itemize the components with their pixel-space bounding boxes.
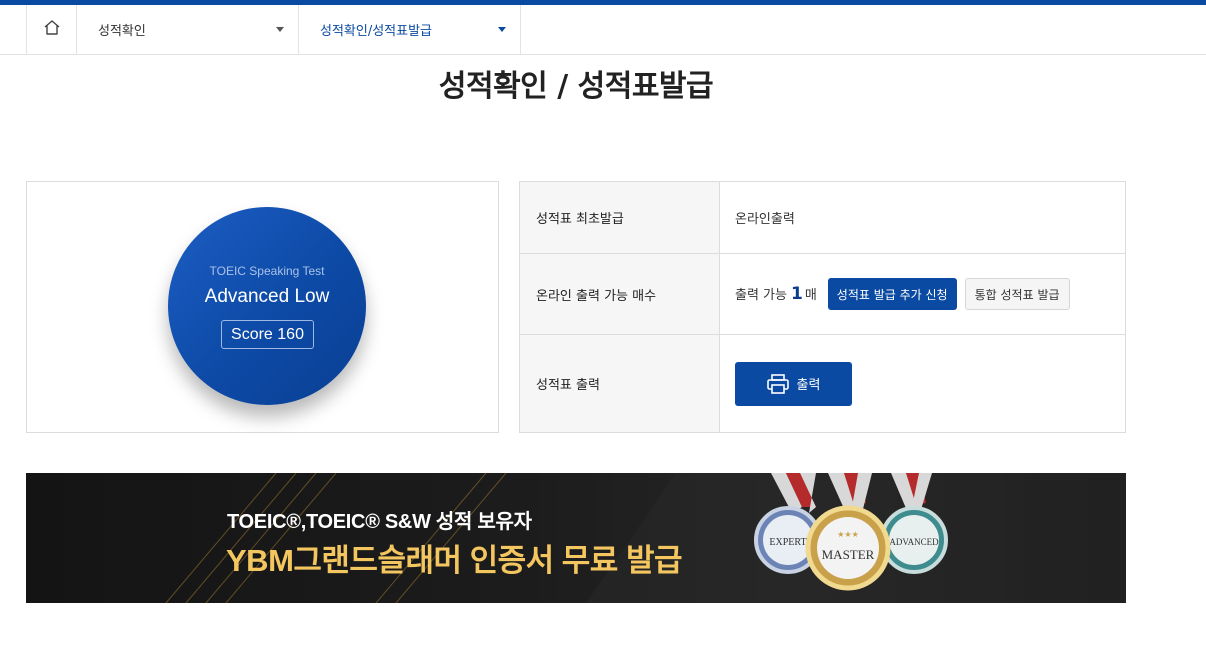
breadcrumb-select-level1[interactable]: 성적확인 bbox=[77, 5, 299, 54]
page-title: 성적확인 / 성적표발급 bbox=[438, 69, 714, 104]
score-badge: TOEIC Speaking Test Advanced Low Score 1… bbox=[168, 207, 366, 405]
svg-text:ADVANCED: ADVANCED bbox=[889, 537, 939, 547]
print-button-label: 출력 bbox=[796, 378, 821, 393]
chevron-down-icon bbox=[276, 27, 284, 32]
score-card: TOEIC Speaking Test Advanced Low Score 1… bbox=[26, 181, 499, 433]
report-info-table: 성적표 최초발급 온라인출력 온라인 출력 가능 매수 출력 가능 1 매 성적표 … bbox=[519, 181, 1126, 433]
printable-prefix: 출력 가능 bbox=[735, 288, 787, 303]
printable-unit: 매 bbox=[804, 288, 817, 303]
home-icon bbox=[43, 19, 61, 40]
banner-headline: TOEIC®,TOEIC® S&W 성적 보유자 bbox=[227, 511, 532, 533]
svg-text:EXPERT: EXPERT bbox=[769, 537, 806, 548]
table-row: 성적표 최초발급 온라인출력 bbox=[520, 182, 1125, 254]
score-level: Advanced Low bbox=[204, 286, 330, 307]
printer-icon bbox=[766, 373, 789, 394]
additional-issue-button[interactable]: 성적표 발급 추가 신청 bbox=[827, 278, 957, 310]
banner-subheadline: YBM그랜드슬래머 인증서 무료 발급 bbox=[226, 543, 683, 578]
breadcrumb-select-level2[interactable]: 성적확인/성적표발급 bbox=[299, 5, 521, 54]
row-label: 성적표 출력 bbox=[520, 335, 720, 432]
table-row: 성적표 출력 출력 bbox=[520, 335, 1125, 432]
table-row: 온라인 출력 가능 매수 출력 가능 1 매 성적표 발급 추가 신청 통합 성적표… bbox=[520, 254, 1125, 335]
home-button[interactable] bbox=[26, 5, 77, 54]
grandslammer-banner[interactable]: EXPERT ADVANCED MASTER ★★★ TOEIC®,TOEIC®… bbox=[26, 473, 1126, 603]
print-button[interactable]: 출력 bbox=[735, 361, 852, 406]
svg-text:★★★: ★★★ bbox=[837, 530, 859, 539]
row-value: 출력 가능 1 매 성적표 발급 추가 신청 통합 성적표 발급 bbox=[720, 254, 1125, 334]
printable-number: 1 bbox=[790, 284, 803, 304]
svg-text:MASTER: MASTER bbox=[822, 547, 875, 562]
test-name: TOEIC Speaking Test bbox=[209, 264, 325, 278]
score-value: Score 160 bbox=[221, 320, 314, 349]
row-value: 온라인출력 bbox=[735, 212, 795, 227]
printable-count: 출력 가능 1 매 bbox=[735, 284, 817, 304]
row-label: 성적표 최초발급 bbox=[520, 182, 720, 253]
breadcrumb-level1-label: 성적확인 bbox=[98, 24, 146, 39]
row-value: 출력 bbox=[720, 335, 1125, 432]
breadcrumb: 성적확인 성적확인/성적표발급 bbox=[0, 5, 1206, 55]
row-label: 온라인 출력 가능 매수 bbox=[520, 254, 720, 334]
chevron-down-icon bbox=[498, 27, 506, 32]
integrated-report-button[interactable]: 통합 성적표 발급 bbox=[964, 278, 1070, 310]
breadcrumb-level2-label: 성적확인/성적표발급 bbox=[320, 24, 433, 39]
